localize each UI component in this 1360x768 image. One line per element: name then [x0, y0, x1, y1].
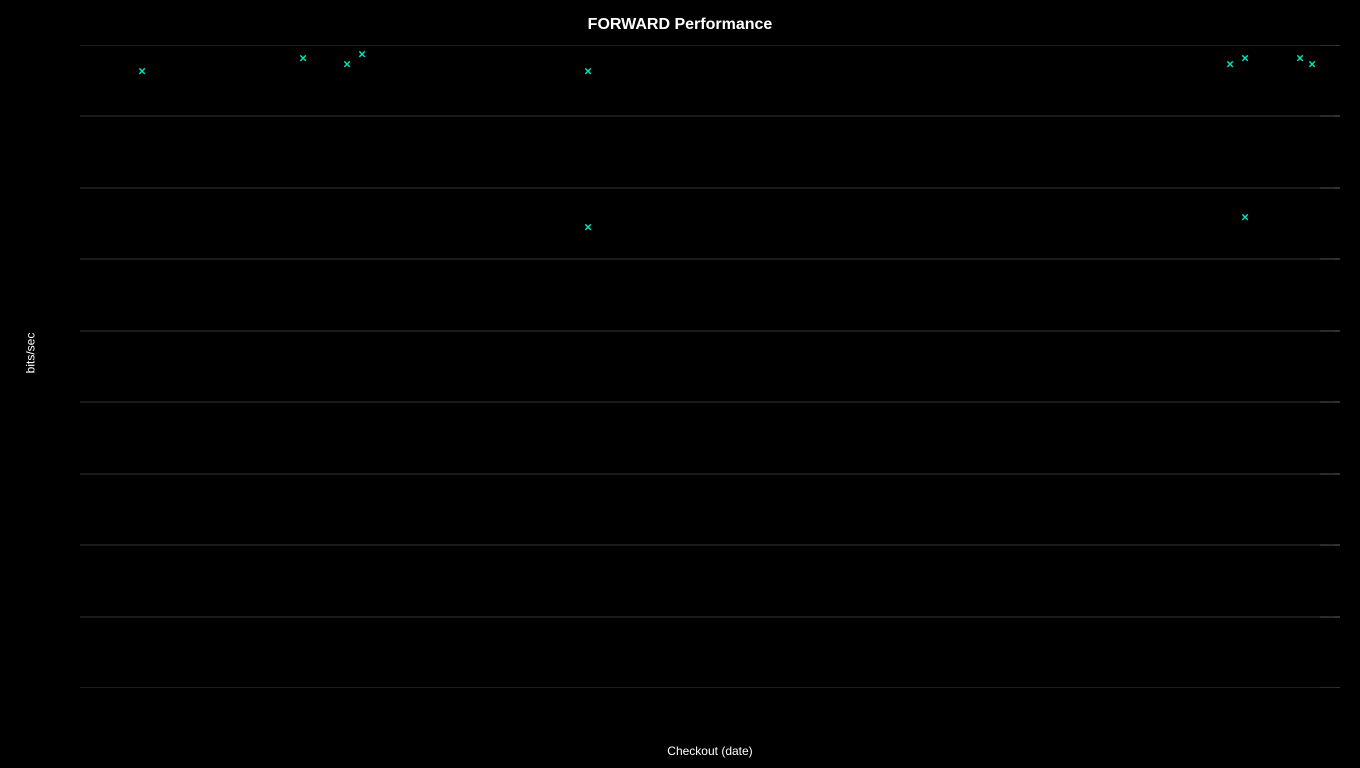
svg-text:×: ×: [343, 56, 351, 71]
svg-text:×: ×: [1241, 209, 1249, 224]
chart-title: FORWARD Performance: [0, 16, 1360, 34]
svg-text:×: ×: [1296, 50, 1304, 65]
svg-text:—: —: [1335, 608, 1340, 624]
svg-text:×: ×: [299, 50, 307, 65]
svg-text:×: ×: [138, 63, 146, 78]
chart-container: FORWARD Performance bits/sec 0 1x10⁹ 2x1…: [0, 0, 1360, 768]
svg-text:—: —: [1335, 465, 1340, 481]
svg-text:—: —: [1335, 107, 1340, 123]
svg-text:×: ×: [584, 219, 592, 234]
svg-text:—: —: [1335, 536, 1340, 552]
y-axis-label: bits/sec: [23, 332, 37, 373]
x-axis-label: Checkout (date): [80, 744, 1340, 758]
svg-text:—: —: [1335, 250, 1340, 266]
svg-text:×: ×: [1241, 50, 1249, 65]
svg-text:—: —: [1335, 179, 1340, 195]
svg-text:×: ×: [358, 46, 366, 61]
svg-text:×: ×: [1226, 56, 1234, 71]
svg-text:—: —: [1335, 393, 1340, 409]
svg-text:—: —: [1335, 679, 1340, 688]
main-chart-svg: 0 1x10⁹ 2x10⁹ 3x10⁹ 4x10⁹ 5x10⁹ 6x10⁹ 7x…: [80, 45, 1340, 688]
svg-text:×: ×: [1308, 56, 1316, 71]
svg-text:—: —: [1335, 45, 1340, 52]
svg-text:×: ×: [584, 63, 592, 78]
svg-text:—: —: [1335, 322, 1340, 338]
